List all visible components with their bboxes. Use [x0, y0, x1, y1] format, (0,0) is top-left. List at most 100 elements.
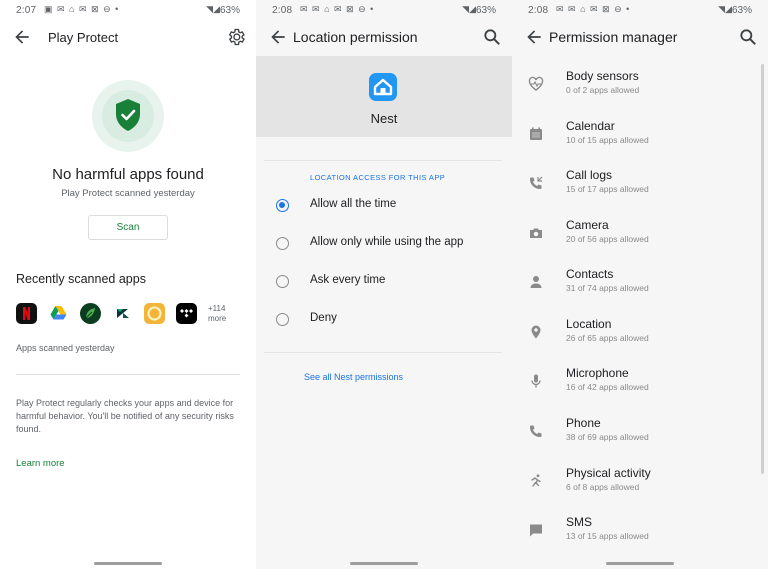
option-label: Allow only while using the app [310, 236, 464, 248]
scan-result-subheading: Play Protect scanned yesterday [61, 188, 195, 199]
permission-body-sensors[interactable]: Body sensors 0 of 2 apps allowed [512, 68, 760, 116]
home-indicator[interactable] [606, 562, 674, 565]
status-bar: 2:08 ✉ ✉ ⌂ ✉ ⊠ ⊖ • ◥◢ 63% [512, 0, 768, 20]
permission-name: Camera [566, 218, 609, 232]
status-time: 2:08 [528, 5, 549, 16]
permission-name: Contacts [566, 267, 614, 281]
permission-call-logs[interactable]: Call logs 15 of 17 apps allowed [512, 167, 760, 215]
gear-icon[interactable] [226, 27, 246, 47]
permission-count: 16 of 42 apps allowed [566, 382, 649, 392]
status-time: 2:07 [16, 5, 37, 16]
option-label: Deny [310, 312, 337, 324]
location-access-caption: LOCATION ACCESS FOR THIS APP [310, 173, 446, 182]
scrollbar[interactable] [761, 64, 764, 474]
radio-button[interactable] [276, 313, 289, 326]
permission-count: 20 of 56 apps allowed [566, 234, 649, 244]
permission-manager-screen: 2:08 ✉ ✉ ⌂ ✉ ⊠ ⊖ • ◥◢ 63% Permission man… [512, 0, 768, 569]
call-log-icon [530, 176, 543, 189]
option-allow-while-using[interactable]: Allow only while using the app [256, 230, 512, 258]
permission-name: Body sensors [566, 69, 639, 83]
location-pin-icon [531, 325, 541, 339]
heart-pulse-icon [528, 76, 544, 91]
leaf-app-icon[interactable] [80, 303, 101, 324]
back-arrow-icon[interactable] [12, 27, 32, 47]
apps-scanned-note: Apps scanned yesterday [16, 343, 115, 353]
google-drive-icon[interactable] [48, 303, 69, 324]
netflix-icon[interactable] [16, 303, 37, 324]
permission-count: 0 of 2 apps allowed [566, 85, 640, 95]
page-title: Permission manager [549, 29, 678, 45]
permission-count: 10 of 15 apps allowed [566, 135, 649, 145]
permission-name: Location [566, 317, 612, 331]
radio-button[interactable] [276, 237, 289, 250]
battery-level: 63% [475, 5, 496, 16]
option-ask-every-time[interactable]: Ask every time [256, 268, 512, 296]
permission-phone[interactable]: Phone 38 of 69 apps allowed [512, 415, 760, 463]
permission-count: 38 of 69 apps allowed [566, 432, 649, 442]
radio-button[interactable] [276, 275, 289, 288]
message-icon [530, 524, 542, 537]
status-time: 2:08 [272, 5, 293, 16]
permission-name: Physical activity [566, 466, 651, 480]
home-indicator[interactable] [350, 562, 418, 565]
tidal-icon[interactable] [176, 303, 197, 324]
recent-apps-title: Recently scanned apps [16, 272, 146, 286]
more-apps-count[interactable]: +114 more [208, 304, 226, 324]
option-label: Ask every time [310, 274, 386, 286]
location-permission-screen: 2:08 ✉ ✉ ⌂ ✉ ⊠ ⊖ • ◥◢ 63% Location permi… [256, 0, 512, 569]
section-divider [264, 352, 502, 353]
radio-button-selected[interactable] [276, 199, 289, 212]
back-arrow-icon[interactable] [524, 27, 544, 47]
permission-physical-activity[interactable]: Physical activity 6 of 8 apps allowed [512, 465, 760, 513]
app-header: Nest [256, 56, 512, 137]
status-bar: 2:08 ✉ ✉ ⌂ ✉ ⊠ ⊖ • ◥◢ 63% [256, 0, 512, 20]
play-protect-screen: 2:07 ▣ ✉ ⌂ ✉ ⊠ ⊖ • ◥◢ 63% Play Protect N… [0, 0, 256, 569]
permission-count: 6 of 8 apps allowed [566, 482, 640, 492]
permission-name: Microphone [566, 366, 629, 380]
back-arrow-icon[interactable] [268, 27, 288, 47]
search-icon[interactable] [738, 27, 758, 47]
scan-button[interactable]: Scan [88, 215, 168, 240]
nest-app-icon [369, 73, 397, 101]
calendar-icon [530, 127, 542, 140]
permission-count: 31 of 74 apps allowed [566, 283, 649, 293]
option-deny[interactable]: Deny [256, 306, 512, 334]
wifi-signal-icon: ◥◢ [462, 4, 476, 14]
permission-name: Call logs [566, 168, 613, 182]
app-bar: Play Protect [0, 20, 256, 56]
permission-sms[interactable]: SMS 13 of 15 apps allowed [512, 514, 760, 562]
option-allow-all-the-time[interactable]: Allow all the time [256, 192, 512, 220]
see-all-permissions-link[interactable]: See all Nest permissions [304, 372, 403, 382]
section-divider [264, 160, 502, 161]
wifi-signal-icon: ◥◢ [718, 4, 732, 14]
battery-level: 63% [219, 5, 240, 16]
camera-icon [530, 228, 542, 238]
zendesk-icon[interactable] [112, 303, 133, 324]
permission-count: 26 of 65 apps allowed [566, 333, 649, 343]
permission-calendar[interactable]: Calendar 10 of 15 apps allowed [512, 118, 760, 166]
page-title: Location permission [293, 29, 418, 45]
notification-icons: ▣ ✉ ⌂ ✉ ⊠ ⊖ • [44, 4, 120, 14]
page-title: Play Protect [48, 30, 119, 45]
running-icon [531, 474, 541, 487]
app-bar: Permission manager [512, 20, 768, 56]
gold-ring-app-icon[interactable] [144, 303, 165, 324]
shield-check-icon [116, 99, 140, 131]
app-bar: Location permission [256, 20, 512, 56]
battery-level: 63% [731, 5, 752, 16]
shield-badge [92, 80, 164, 152]
permission-count: 13 of 15 apps allowed [566, 531, 649, 541]
search-icon[interactable] [482, 27, 502, 47]
permission-camera[interactable]: Camera 20 of 56 apps allowed [512, 217, 760, 265]
permission-count: 15 of 17 apps allowed [566, 184, 649, 194]
permission-location[interactable]: Location 26 of 65 apps allowed [512, 316, 760, 364]
learn-more-link[interactable]: Learn more [16, 458, 65, 469]
home-indicator[interactable] [94, 562, 162, 565]
wifi-signal-icon: ◥◢ [206, 4, 220, 14]
permission-name: Phone [566, 416, 601, 430]
permission-microphone[interactable]: Microphone 16 of 42 apps allowed [512, 365, 760, 413]
phone-icon [530, 425, 542, 437]
permission-contacts[interactable]: Contacts 31 of 74 apps allowed [512, 266, 760, 314]
app-name: Nest [370, 111, 398, 126]
status-bar: 2:07 ▣ ✉ ⌂ ✉ ⊠ ⊖ • ◥◢ 63% [0, 0, 256, 20]
